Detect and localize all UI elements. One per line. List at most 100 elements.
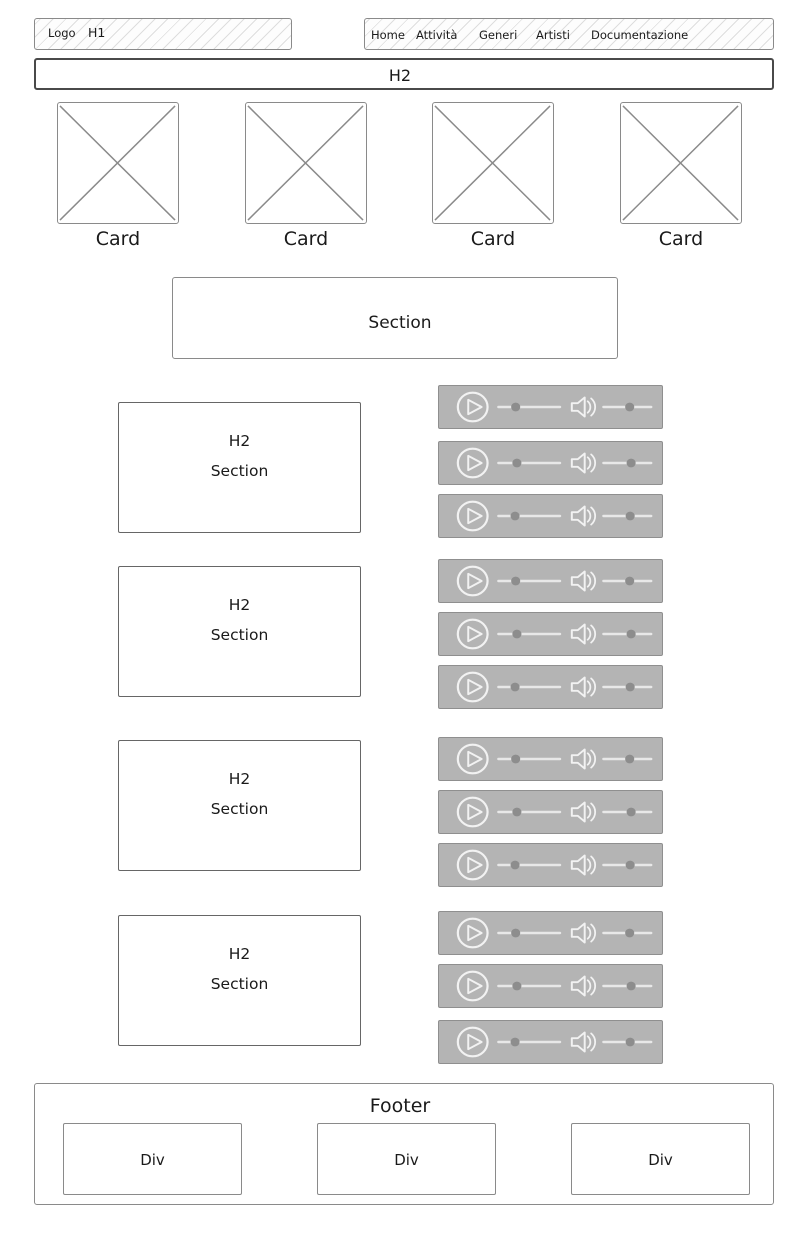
footer-column-label: Div [648,1151,673,1169]
card-image-placeholder[interactable] [620,102,742,224]
content-block-heading: H2 [228,945,251,963]
audio-player[interactable] [438,911,663,955]
speaker-icon[interactable] [570,748,596,770]
speaker-icon[interactable] [570,570,596,592]
nav-item-attivit[interactable]: Attività [416,28,457,42]
play-button[interactable] [456,1026,489,1058]
speaker-icon[interactable] [570,1031,596,1053]
audio-player[interactable] [438,843,663,887]
content-block: H2 Section [118,402,361,533]
footer-column-label: Div [394,1151,419,1169]
image-placeholder-cross-icon [434,105,551,221]
section-banner-label: Section [368,313,432,333]
progress-slider[interactable] [497,981,562,991]
play-button[interactable] [456,391,489,423]
progress-slider[interactable] [497,754,562,764]
audio-player[interactable] [438,494,663,538]
volume-slider[interactable] [602,928,653,938]
play-button[interactable] [456,447,489,479]
progress-slider[interactable] [497,629,562,639]
progress-slider[interactable] [497,511,562,521]
play-button[interactable] [456,618,489,650]
card-image-placeholder[interactable] [245,102,367,224]
content-block-heading: H2 [228,596,251,614]
progress-slider[interactable] [497,1037,562,1047]
speaker-icon[interactable] [570,975,596,997]
card-image-placeholder[interactable] [57,102,179,224]
content-block-heading: H2 [228,432,251,450]
content-block-heading: H2 [228,770,251,788]
content-block-subtitle: Section [210,975,269,993]
progress-slider[interactable] [497,402,562,412]
volume-slider[interactable] [602,754,653,764]
play-button[interactable] [456,743,489,775]
volume-slider[interactable] [602,807,653,817]
speaker-icon[interactable] [570,854,596,876]
page-title-h1: H1 [88,25,106,40]
play-button[interactable] [456,565,489,597]
audio-player[interactable] [438,1020,663,1064]
nav-item-artisti[interactable]: Artisti [536,28,570,42]
progress-slider[interactable] [497,682,562,692]
content-block: H2 Section [118,915,361,1046]
progress-slider[interactable] [497,576,562,586]
card-label: Card [658,228,704,250]
image-placeholder-cross-icon [622,105,739,221]
content-block-subtitle: Section [210,462,269,480]
volume-slider[interactable] [602,629,653,639]
play-button[interactable] [456,849,489,881]
speaker-icon[interactable] [570,396,596,418]
content-block: H2 Section [118,740,361,871]
audio-player[interactable] [438,612,663,656]
image-placeholder-cross-icon [247,105,364,221]
progress-slider[interactable] [497,928,562,938]
footer-column[interactable]: Div [571,1123,750,1195]
card-label: Card [283,228,329,250]
volume-slider[interactable] [602,1037,653,1047]
audio-player[interactable] [438,790,663,834]
volume-slider[interactable] [602,981,653,991]
card-label: Card [95,228,141,250]
progress-slider[interactable] [497,860,562,870]
speaker-icon[interactable] [570,505,596,527]
speaker-icon[interactable] [570,452,596,474]
volume-slider[interactable] [602,682,653,692]
play-button[interactable] [456,796,489,828]
card-image-placeholder[interactable] [432,102,554,224]
volume-slider[interactable] [602,458,653,468]
volume-slider[interactable] [602,511,653,521]
play-button[interactable] [456,917,489,949]
speaker-icon[interactable] [570,676,596,698]
play-button[interactable] [456,671,489,703]
logo[interactable]: Logo [48,27,76,40]
footer-column[interactable]: Div [317,1123,496,1195]
hero-heading: H2 [388,66,412,85]
audio-player[interactable] [438,737,663,781]
audio-player[interactable] [438,441,663,485]
audio-player[interactable] [438,964,663,1008]
play-button[interactable] [456,970,489,1002]
play-button[interactable] [456,500,489,532]
volume-slider[interactable] [602,402,653,412]
speaker-icon[interactable] [570,801,596,823]
audio-player[interactable] [438,385,663,429]
speaker-icon[interactable] [570,922,596,944]
progress-slider[interactable] [497,807,562,817]
footer-column-label: Div [140,1151,165,1169]
progress-slider[interactable] [497,458,562,468]
footer-title: Footer [369,1095,431,1117]
content-block: H2 Section [118,566,361,697]
nav-item-home[interactable]: Home [371,28,405,42]
audio-player[interactable] [438,665,663,709]
nav-item-generi[interactable]: Generi [479,28,517,42]
nav-item-documentazione[interactable]: Documentazione [591,28,688,42]
volume-slider[interactable] [602,576,653,586]
content-block-subtitle: Section [210,800,269,818]
audio-player[interactable] [438,559,663,603]
footer-column[interactable]: Div [63,1123,242,1195]
image-placeholder-cross-icon [59,105,176,221]
content-block-subtitle: Section [210,626,269,644]
volume-slider[interactable] [602,860,653,870]
speaker-icon[interactable] [570,623,596,645]
card-label: Card [470,228,516,250]
